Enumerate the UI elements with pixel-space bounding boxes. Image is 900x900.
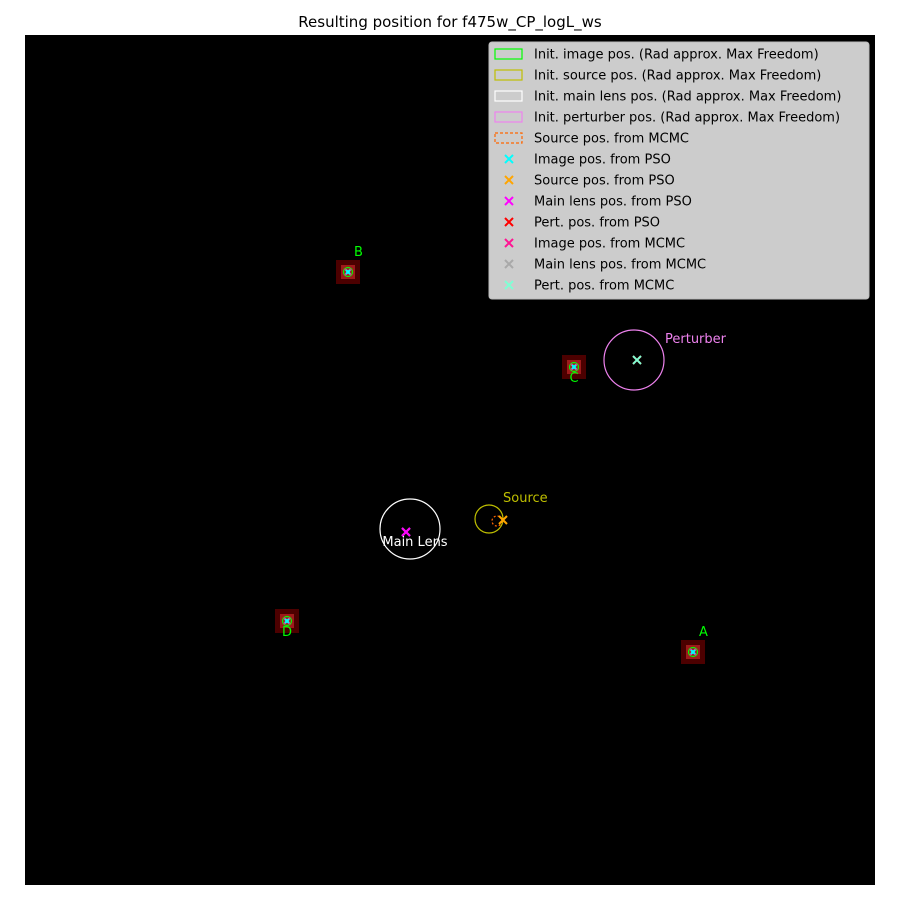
image-c-pso-marker: [571, 364, 577, 370]
perturber-label: Perturber: [665, 332, 727, 347]
legend-label: Image pos. from MCMC: [534, 237, 685, 252]
image-a-pso-marker: [690, 649, 696, 655]
legend-label: Pert. pos. from MCMC: [534, 279, 674, 294]
source-label: Source: [503, 491, 548, 506]
legend-entry: Main lens pos. from PSO: [504, 195, 692, 210]
chart-title: Resulting position for f475w_CP_logL_ws: [298, 13, 602, 32]
image-a-label: A: [699, 625, 708, 640]
legend-entry: Init. perturber pos. (Rad approx. Max Fr…: [494, 111, 840, 126]
figure: Resulting position for f475w_CP_logL_ws …: [25, 13, 875, 885]
image-d-label: D: [282, 625, 292, 640]
legend: Init. image pos. (Rad approx. Max Freedo…: [488, 41, 870, 300]
legend-entry: Init. source pos. (Rad approx. Max Freed…: [494, 69, 821, 84]
legend-label: Image pos. from PSO: [534, 153, 671, 168]
legend-label: Init. source pos. (Rad approx. Max Freed…: [534, 69, 821, 84]
image-b-label: B: [354, 245, 363, 260]
legend-label: Init. main lens pos. (Rad approx. Max Fr…: [534, 90, 841, 105]
legend-label: Init. image pos. (Rad approx. Max Freedo…: [534, 48, 819, 63]
legend-entry: Init. image pos. (Rad approx. Max Freedo…: [494, 48, 819, 63]
image-d-pso-marker: [284, 618, 290, 624]
legend-label: Source pos. from MCMC: [534, 132, 689, 147]
legend-label: Main lens pos. from PSO: [534, 195, 692, 210]
legend-entry: Init. main lens pos. (Rad approx. Max Fr…: [494, 90, 841, 105]
legend-label: Source pos. from PSO: [534, 174, 675, 189]
legend-entry: Main lens pos. from MCMC: [504, 258, 706, 273]
main-lens-label: Main Lens: [382, 535, 447, 550]
image-c-label: C: [569, 371, 578, 386]
legend-label: Pert. pos. from PSO: [534, 216, 660, 231]
legend-label: Init. perturber pos. (Rad approx. Max Fr…: [534, 111, 840, 126]
image-b-pso-marker: [345, 269, 351, 275]
legend-label: Main lens pos. from MCMC: [534, 258, 706, 273]
